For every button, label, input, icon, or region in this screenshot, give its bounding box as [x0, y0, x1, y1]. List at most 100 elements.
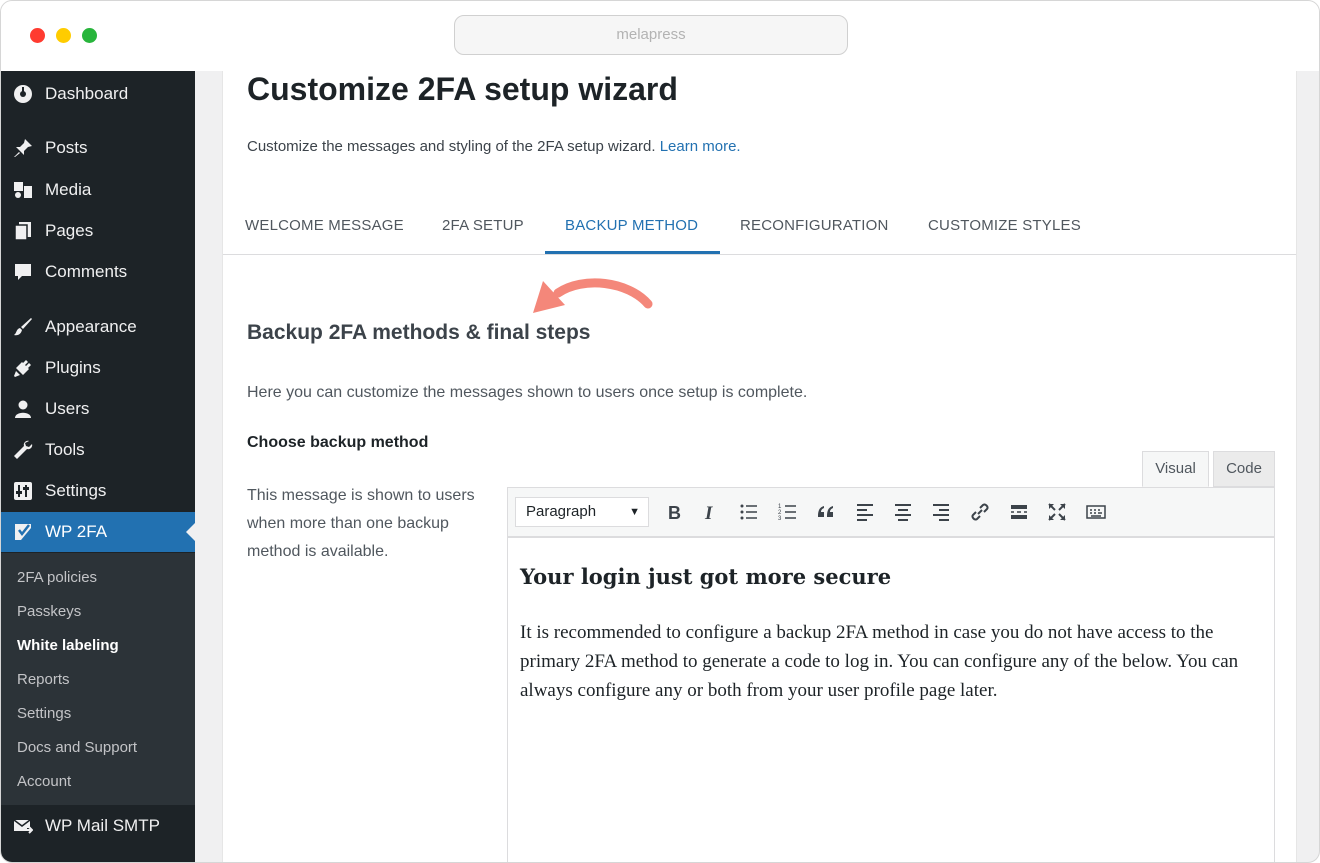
mail-icon [12, 815, 34, 837]
tab-backup-method[interactable]: BACKUP METHOD [565, 217, 698, 234]
editor-paragraph: It is recommended to configure a backup … [520, 622, 1239, 701]
sidebar-item-label: Dashboard [45, 84, 129, 103]
sidebar-item-label: Comments [45, 262, 128, 281]
sidebar-item-label: Media [45, 180, 92, 199]
editor-content-area[interactable]: Your login just got more secure It is re… [507, 537, 1275, 862]
format-select-value: Paragraph [526, 503, 597, 520]
sidebar-item-label: Appearance [45, 317, 137, 336]
minimize-window-button[interactable] [56, 28, 71, 43]
bulleted-list-button[interactable] [737, 500, 761, 524]
page-description-text: Customize the messages and styling of th… [247, 138, 656, 155]
quote-icon [818, 506, 833, 517]
maximize-window-button[interactable] [82, 28, 97, 43]
sidebar-item-label: Posts [45, 138, 88, 157]
section-description: Here you can customize the messages show… [247, 384, 808, 401]
sidebar-item-media[interactable]: Media [1, 170, 195, 210]
sidebar-item-label: Plugins [45, 358, 101, 377]
sidebar-item-label: WP 2FA [45, 522, 108, 541]
read-more-button[interactable] [1007, 500, 1031, 524]
italic-button[interactable]: I [698, 500, 722, 524]
admin-sidebar: Dashboard Posts Media Pages Comments App… [1, 71, 195, 862]
chevron-down-icon: ▼ [629, 506, 640, 518]
format-select[interactable]: Paragraph ▼ [515, 497, 649, 527]
tab-reconfiguration[interactable]: RECONFIGURATION [740, 217, 889, 234]
fullscreen-icon [1048, 503, 1066, 521]
sidebar-item-label: Settings [45, 481, 107, 500]
plug-icon [12, 357, 34, 379]
page-title: Customize 2FA setup wizard [247, 71, 678, 107]
sidebar-item-comments[interactable]: Comments [1, 252, 195, 292]
bold-icon: B [668, 503, 681, 522]
browser-window: melapress Dashboard Posts Media Pages Co… [0, 0, 1320, 863]
editor-toolbar: Paragraph ▼ B I 123 [507, 487, 1275, 537]
sidebar-item-plugins[interactable]: Plugins [1, 348, 195, 388]
sidebar-item-tools[interactable]: Tools [1, 430, 195, 470]
fullscreen-button[interactable] [1045, 500, 1069, 524]
sidebar-item-wp-mail-smtp[interactable]: WP Mail SMTP [1, 806, 195, 846]
insert-link-button[interactable] [968, 500, 992, 524]
editor-tab-visual[interactable]: Visual [1142, 451, 1209, 487]
align-center-button[interactable] [891, 500, 915, 524]
sidebar-item-posts[interactable]: Posts [1, 128, 195, 168]
submenu-item-white-labeling[interactable]: White labeling [17, 637, 119, 654]
align-right-icon [933, 504, 949, 521]
numbered-list-icon: 123 [778, 504, 796, 522]
field-label-backup-method: Choose backup method [247, 434, 429, 451]
toolbar-toggle-button[interactable] [1084, 500, 1108, 524]
submenu-item-settings[interactable]: Settings [17, 705, 71, 722]
submenu-item-passkeys[interactable]: Passkeys [17, 603, 81, 620]
field-help-text: This message is shown to users when more… [247, 487, 475, 560]
link-icon [971, 503, 989, 521]
settings-tabs: WELCOME MESSAGE 2FA SETUP BACKUP METHOD … [223, 205, 1296, 255]
submenu-item-reports[interactable]: Reports [17, 671, 70, 688]
tab-welcome-message[interactable]: WELCOME MESSAGE [245, 217, 404, 234]
keyboard-icon [1086, 505, 1106, 519]
learn-more-link[interactable]: Learn more. [660, 138, 741, 155]
bold-button[interactable]: B [662, 500, 686, 524]
sidebar-item-appearance[interactable]: Appearance [1, 307, 195, 347]
page-description: Customize the messages and styling of th… [247, 138, 741, 155]
sidebar-item-label: Tools [45, 440, 85, 459]
comments-icon [12, 261, 34, 283]
svg-text:I: I [704, 503, 713, 522]
pages-icon [12, 220, 34, 242]
blockquote-button[interactable] [814, 500, 838, 524]
align-left-button[interactable] [853, 500, 877, 524]
settings-icon [12, 480, 34, 502]
align-left-icon [857, 504, 873, 521]
active-tab-indicator [545, 251, 720, 254]
tab-customize-styles[interactable]: CUSTOMIZE STYLES [928, 217, 1081, 234]
submenu-item-2fa-policies[interactable]: 2FA policies [17, 569, 97, 586]
address-bar[interactable]: melapress [454, 15, 848, 55]
sidebar-item-wp-2fa[interactable]: WP 2FA [1, 512, 195, 552]
numbered-list-button[interactable]: 123 [776, 500, 800, 524]
svg-text:B: B [668, 503, 681, 522]
dashboard-icon [12, 83, 34, 105]
align-right-button[interactable] [929, 500, 953, 524]
wp2fa-icon [12, 521, 34, 543]
read-more-icon [1011, 505, 1027, 519]
sidebar-item-users[interactable]: Users [1, 389, 195, 429]
brush-icon [12, 316, 34, 338]
pin-icon [12, 137, 34, 159]
close-window-button[interactable] [30, 28, 45, 43]
sidebar-item-pages[interactable]: Pages [1, 211, 195, 251]
wp-2fa-submenu: 2FA policies Passkeys White labeling Rep… [1, 553, 195, 805]
tab-2fa-setup[interactable]: 2FA SETUP [442, 217, 524, 234]
submenu-item-account[interactable]: Account [17, 773, 71, 790]
bullet-list-icon [740, 504, 757, 520]
user-icon [12, 398, 34, 420]
section-title: Backup 2FA methods & final steps [247, 321, 591, 344]
svg-text:3: 3 [778, 516, 782, 522]
sidebar-item-settings[interactable]: Settings [1, 471, 195, 511]
sidebar-item-label: Pages [45, 221, 94, 240]
sidebar-item-label: Users [45, 399, 90, 418]
title-bar: melapress [1, 1, 1319, 71]
editor-heading: Your login just got more secure [520, 564, 892, 589]
submenu-item-docs-support[interactable]: Docs and Support [17, 739, 137, 756]
italic-icon: I [704, 503, 713, 522]
align-center-icon [895, 504, 911, 521]
sidebar-item-dashboard[interactable]: Dashboard [1, 74, 195, 114]
media-icon [12, 179, 34, 201]
editor-tab-code[interactable]: Code [1213, 451, 1275, 487]
